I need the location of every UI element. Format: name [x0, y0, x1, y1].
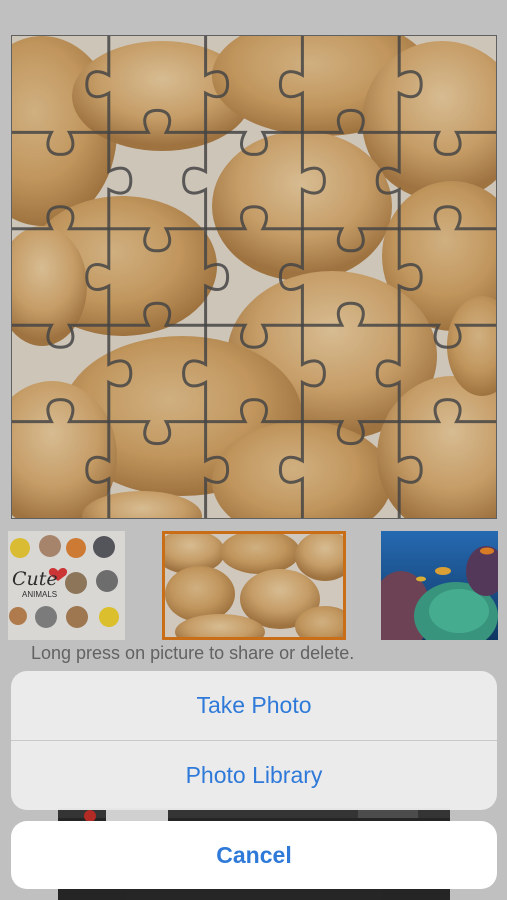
action-sheet: Take Photo Photo Library: [11, 671, 497, 810]
take-photo-button[interactable]: Take Photo: [11, 671, 497, 740]
app-screen: Cute ANIMALS Long press on picture to sh…: [0, 0, 507, 900]
cancel-button[interactable]: Cancel: [11, 821, 497, 889]
photo-library-button[interactable]: Photo Library: [11, 741, 497, 810]
action-sheet-cancel-group: Cancel: [11, 821, 497, 889]
